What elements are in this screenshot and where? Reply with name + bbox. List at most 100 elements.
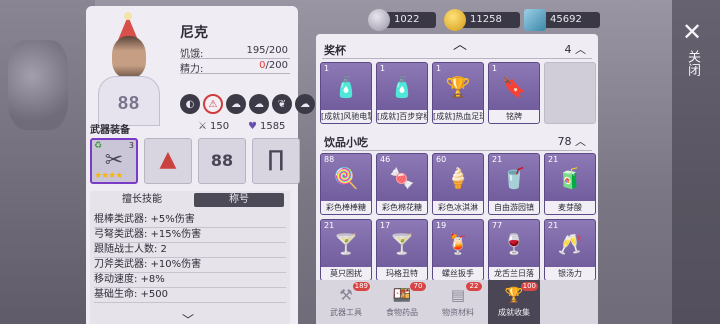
item-qty: 46 <box>380 155 391 164</box>
close-label[interactable]: 关闭 <box>685 50 700 76</box>
item-card[interactable]: 46 🍬 彩色棉花糖 <box>376 153 428 215</box>
tools-icon: ⚒ <box>339 286 353 304</box>
lollipop-icon: 🍭 <box>333 166 359 190</box>
tab-label: 食物药品 <box>386 308 418 317</box>
screwdriver-drink-icon: 🍹 <box>445 232 471 256</box>
sheep-icon[interactable]: ☁ <box>249 94 269 114</box>
gold-coin-counter: 11258 <box>444 9 520 31</box>
item-qty: 1 <box>380 64 386 73</box>
item-card[interactable]: 17 🍸 玛格丑特 <box>376 219 428 281</box>
health-value: 1585 <box>259 121 286 132</box>
energy-max: /200 <box>265 60 288 71</box>
trophies-count: 4 ︿ <box>565 41 587 57</box>
weapon-slot[interactable]: ♻ 3 ✂ ★★★★ <box>90 138 138 184</box>
jersey-number: 88 <box>117 93 141 113</box>
tab-label: 武器工具 <box>330 308 362 317</box>
hunger-row: 饥饿: 195/200 <box>180 44 290 60</box>
pants-icon: ∏ <box>267 147 285 172</box>
equipment-header: 武器装备 ⚔ 150 ♥ 1585 <box>90 119 294 137</box>
trophies-grid: 1 🧴 [成就]风驰电掣 1 🧴 [成就]百步穿杨 1 🏆 [成就]热血足球 1… <box>320 62 596 124</box>
silver-coin-counter: 1022 <box>368 9 436 31</box>
item-card[interactable]: 77 🍷 龙舌兰日落 <box>488 219 540 281</box>
skill-row: 跟随战士人数: 2 <box>94 243 286 258</box>
item-card[interactable]: 19 🍹 螺丝扳手 <box>432 219 484 281</box>
tab-skills[interactable]: 擅长技能 <box>94 193 190 207</box>
item-qty: 19 <box>436 221 447 230</box>
jersey-icon: 88 <box>210 151 234 170</box>
skill-row: 基础生命: +500 <box>94 288 286 303</box>
attack-value: 150 <box>209 121 230 132</box>
skill-row: 刀斧类武器: +10%伤害 <box>94 258 286 273</box>
expand-chevron-down-icon[interactable]: ﹀ <box>182 311 194 324</box>
tab-achievements[interactable]: 100 🏆 成就收集 <box>488 280 540 324</box>
tab-materials[interactable]: 22 ▤ 物资材料 <box>432 280 484 324</box>
hat-slot[interactable]: ▲ <box>144 138 192 184</box>
silver-coin-icon <box>368 9 390 31</box>
skill-row: 移动速度: +8% <box>94 273 286 288</box>
alert-person-icon[interactable]: ⚠ <box>203 94 223 114</box>
tab-label: 物资材料 <box>442 308 474 317</box>
jersey-slot[interactable]: 88 <box>198 138 246 184</box>
item-name: 莫只困扰 <box>321 267 371 280</box>
item-card[interactable]: 1 🧴 [成就]风驰电掣 <box>320 62 372 124</box>
pants-slot[interactable]: ∏ <box>252 138 300 184</box>
item-name: 麦芽酸 <box>545 201 595 214</box>
drinks-count-value: 78 <box>557 135 572 148</box>
trophy-icon: 🏆 <box>504 286 524 304</box>
leaf-icon[interactable]: ❦ <box>272 94 292 114</box>
energy-label: 精力: <box>180 64 204 75</box>
mojito-icon: 🍸 <box>333 232 359 256</box>
sheep-icon[interactable]: ☁ <box>226 94 246 114</box>
bottle-icon: 🧴 <box>333 75 359 99</box>
sheep-icon[interactable]: ☁ <box>295 94 315 114</box>
item-card[interactable]: 88 🍭 彩色棒棒糖 <box>320 153 372 215</box>
item-name: 铭牌 <box>489 110 539 123</box>
item-card[interactable]: 21 🍸 莫只困扰 <box>320 219 372 281</box>
item-name: [成就]热血足球 <box>433 110 483 123</box>
item-name: 彩色棒棒糖 <box>321 201 371 214</box>
skill-row: 棍棒类武器: +5%伤害 <box>94 213 286 228</box>
chevron-up-icon: ︿ <box>575 135 586 148</box>
item-card[interactable]: 60 🍦 彩色冰淇淋 <box>432 153 484 215</box>
item-card[interactable]: 21 🥂 银汤力 <box>544 219 596 281</box>
item-qty: 1 <box>324 64 330 73</box>
nameplate-icon: 🔖 <box>501 75 527 99</box>
character-portrait[interactable]: 88 <box>96 12 162 126</box>
tab-food-medicine[interactable]: 70 🍱 食物药品 <box>376 280 428 324</box>
bottle-icon: 🧴 <box>389 75 415 99</box>
drink-icon: 🥤 <box>501 166 527 190</box>
close-icon[interactable]: ✕ <box>682 18 702 46</box>
item-card[interactable]: 1 🧴 [成就]百步穿杨 <box>376 62 428 124</box>
empty-slot <box>544 62 596 124</box>
weapon-stars: ★★★★ <box>94 171 123 181</box>
tab-titles[interactable]: 称号 <box>194 193 284 207</box>
silver-coin-value: 1022 <box>394 14 420 25</box>
character-panel: 88 尼克 饥饿: 195/200 精力: 0/200 ◐ ⚠ ☁ ☁ ❦ ☁ … <box>86 6 315 324</box>
cocktail-icon: 🍷 <box>501 232 527 256</box>
drinks-header[interactable]: 饮品小吃 78 ︿ <box>322 132 592 150</box>
gold-coin-icon <box>444 9 466 31</box>
item-card[interactable]: 21 🥤 自由游园镇 <box>488 153 540 215</box>
ticket-value: 45692 <box>550 14 582 25</box>
item-qty: 1 <box>436 64 442 73</box>
tab-empty[interactable] <box>544 280 596 324</box>
close-area[interactable] <box>672 0 720 324</box>
tab-weapons-tools[interactable]: 189 ⚒ 武器工具 <box>320 280 372 324</box>
item-card[interactable]: 21 🧃 麦芽酸 <box>544 153 596 215</box>
juice-icon: 🧃 <box>557 166 583 190</box>
margarita-icon: 🍸 <box>389 232 415 256</box>
pompom <box>124 12 132 20</box>
scissors-icon: ✂ <box>104 148 124 173</box>
item-qty: 21 <box>548 155 559 164</box>
collapse-chevron-up-icon[interactable]: ︿ <box>448 34 472 53</box>
character-name: 尼克 <box>180 25 208 41</box>
equipment-slots: ♻ 3 ✂ ★★★★ ▲ 88 ∏ <box>90 138 300 184</box>
drinks-grid: 88 🍭 彩色棒棒糖 46 🍬 彩色棉花糖 60 🍦 彩色冰淇淋 21 🥤 自由游园镇 21 🧃 麦… <box>320 153 596 281</box>
item-card[interactable]: 1 🏆 [成就]热血足球 <box>432 62 484 124</box>
health-stat: ♥ 1585 <box>248 121 285 132</box>
item-card[interactable]: 1 🔖 铭牌 <box>488 62 540 124</box>
category-tabs: 189 ⚒ 武器工具 70 🍱 食物药品 22 ▤ 物资材料 100 🏆 成就收… <box>316 280 598 324</box>
stomach-icon[interactable]: ◐ <box>180 94 200 114</box>
gold-coin-value: 11258 <box>470 14 502 25</box>
drinks-count: 78 ︿ <box>558 133 587 149</box>
